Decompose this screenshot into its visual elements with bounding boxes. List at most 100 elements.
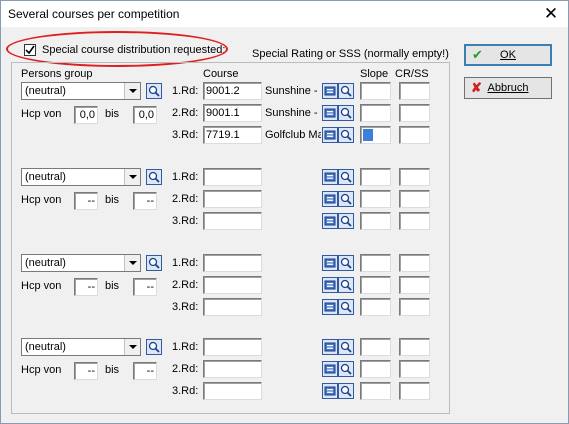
close-icon[interactable]: ✕ bbox=[540, 4, 562, 24]
chevron-down-icon[interactable] bbox=[124, 339, 140, 355]
hcp-from-field[interactable]: -- bbox=[74, 192, 98, 210]
chevron-down-icon[interactable] bbox=[124, 83, 140, 99]
person-group-search-button[interactable] bbox=[146, 255, 162, 271]
slope-field[interactable] bbox=[360, 254, 391, 272]
person-group-select[interactable]: (neutral) bbox=[21, 338, 141, 356]
cr-field[interactable] bbox=[399, 360, 430, 378]
bis-label: bis bbox=[105, 280, 120, 292]
course-number-field[interactable]: 7719.1 bbox=[203, 126, 262, 144]
slope-field[interactable] bbox=[360, 190, 391, 208]
course-search-button[interactable] bbox=[338, 83, 354, 99]
course-search-button[interactable] bbox=[338, 169, 354, 185]
text-caret bbox=[363, 129, 373, 141]
slope-field[interactable] bbox=[360, 104, 391, 122]
course-search-button[interactable] bbox=[338, 361, 354, 377]
slope-field[interactable] bbox=[360, 212, 391, 230]
course-number-field[interactable] bbox=[203, 254, 262, 272]
course-list-button[interactable] bbox=[322, 383, 338, 399]
course-search-button[interactable] bbox=[338, 105, 354, 121]
slope-field[interactable] bbox=[360, 298, 391, 316]
person-group-select[interactable]: (neutral) bbox=[21, 254, 141, 272]
chevron-down-icon[interactable] bbox=[124, 169, 140, 185]
course-search-button[interactable] bbox=[338, 383, 354, 399]
course-number-field[interactable] bbox=[203, 276, 262, 294]
course-number-field[interactable] bbox=[203, 338, 262, 356]
title-bar: Several courses per competition ✕ bbox=[1, 1, 568, 27]
course-list-button[interactable] bbox=[322, 299, 338, 315]
cr-field[interactable] bbox=[399, 254, 430, 272]
ok-button[interactable]: ✔ OK bbox=[464, 44, 552, 66]
course-list-button[interactable] bbox=[322, 339, 338, 355]
person-group-select[interactable]: (neutral) bbox=[21, 168, 141, 186]
round-label: 1.Rd: bbox=[172, 171, 199, 183]
course-list-button[interactable] bbox=[322, 169, 338, 185]
round-label: 2.Rd: bbox=[172, 363, 199, 375]
hcp-from-field[interactable]: -- bbox=[74, 362, 98, 380]
cr-field[interactable] bbox=[399, 190, 430, 208]
course-name: Sunshine - ( bbox=[265, 85, 321, 97]
course-search-button[interactable] bbox=[338, 213, 354, 229]
course-list-button[interactable] bbox=[322, 277, 338, 293]
hcp-from-field[interactable]: -- bbox=[74, 278, 98, 296]
course-list-button[interactable] bbox=[322, 83, 338, 99]
slope-field[interactable] bbox=[360, 382, 391, 400]
course-number-field[interactable] bbox=[203, 382, 262, 400]
cr-field[interactable] bbox=[399, 168, 430, 186]
course-list-button[interactable] bbox=[322, 127, 338, 143]
slope-field[interactable] bbox=[360, 276, 391, 294]
rating-header: Special Rating or SSS (normally empty!) bbox=[252, 48, 449, 60]
hcp-to-field[interactable]: -- bbox=[133, 278, 157, 296]
course-list-button[interactable] bbox=[322, 105, 338, 121]
hcp-from-field[interactable]: 0,0 bbox=[74, 106, 98, 124]
person-group-search-button[interactable] bbox=[146, 83, 162, 99]
round-label: 2.Rd: bbox=[172, 279, 199, 291]
person-group-search-button[interactable] bbox=[146, 339, 162, 355]
round-label: 3.Rd: bbox=[172, 215, 199, 227]
hcp-von-label: Hcp von bbox=[21, 364, 62, 376]
slope-field[interactable] bbox=[360, 338, 391, 356]
x-icon: ✘ bbox=[471, 80, 482, 95]
slope-field[interactable] bbox=[360, 360, 391, 378]
hcp-to-field[interactable]: 0,0 bbox=[133, 106, 157, 124]
round-label: 1.Rd: bbox=[172, 257, 199, 269]
course-name: Golfclub Ma bbox=[265, 129, 321, 141]
cr-field[interactable] bbox=[399, 382, 430, 400]
course-number-field[interactable] bbox=[203, 168, 262, 186]
course-search-button[interactable] bbox=[338, 299, 354, 315]
course-list-button[interactable] bbox=[322, 191, 338, 207]
person-group-search-button[interactable] bbox=[146, 169, 162, 185]
slope-field[interactable] bbox=[360, 168, 391, 186]
chevron-down-icon[interactable] bbox=[124, 255, 140, 271]
cr-field[interactable] bbox=[399, 338, 430, 356]
course-number-field[interactable] bbox=[203, 298, 262, 316]
course-search-button[interactable] bbox=[338, 255, 354, 271]
course-search-button[interactable] bbox=[338, 127, 354, 143]
cr-field[interactable] bbox=[399, 276, 430, 294]
cr-field[interactable] bbox=[399, 104, 430, 122]
hcp-von-label: Hcp von bbox=[21, 194, 62, 206]
bis-label: bis bbox=[105, 364, 120, 376]
cr-field[interactable] bbox=[399, 82, 430, 100]
course-list-button[interactable] bbox=[322, 361, 338, 377]
course-list-button[interactable] bbox=[322, 213, 338, 229]
course-number-field[interactable] bbox=[203, 360, 262, 378]
hcp-to-field[interactable]: -- bbox=[133, 192, 157, 210]
slope-field[interactable] bbox=[360, 82, 391, 100]
slope-field[interactable] bbox=[360, 126, 391, 144]
ok-label: OK bbox=[500, 49, 516, 61]
course-search-button[interactable] bbox=[338, 339, 354, 355]
cancel-button[interactable]: ✘ Abbruch bbox=[464, 77, 552, 99]
course-number-field[interactable] bbox=[203, 212, 262, 230]
course-number-field[interactable]: 9001.1 bbox=[203, 104, 262, 122]
course-number-field[interactable]: 9001.2 bbox=[203, 82, 262, 100]
hcp-to-field[interactable]: -- bbox=[133, 362, 157, 380]
cr-field[interactable] bbox=[399, 126, 430, 144]
cr-field[interactable] bbox=[399, 298, 430, 316]
course-number-field[interactable] bbox=[203, 190, 262, 208]
cr-field[interactable] bbox=[399, 212, 430, 230]
hcp-von-label: Hcp von bbox=[21, 108, 62, 120]
person-group-select[interactable]: (neutral) bbox=[21, 82, 141, 100]
course-list-button[interactable] bbox=[322, 255, 338, 271]
course-search-button[interactable] bbox=[338, 191, 354, 207]
course-search-button[interactable] bbox=[338, 277, 354, 293]
